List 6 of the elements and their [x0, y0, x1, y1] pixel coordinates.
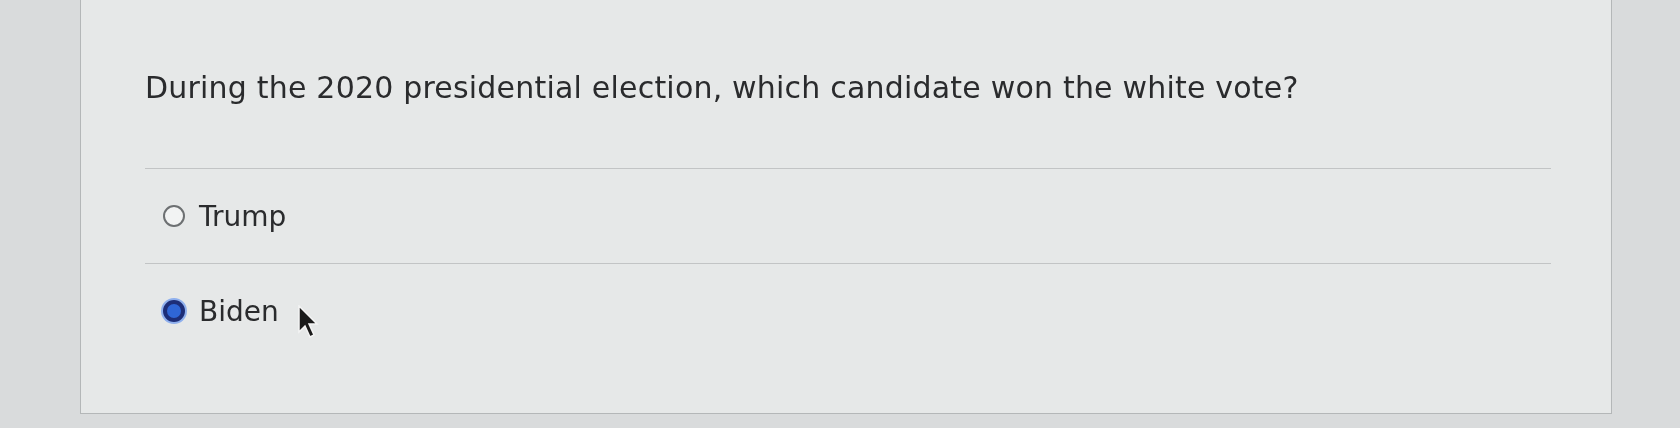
- question-text: During the 2020 presidential election, which candidate won the white vote?: [145, 70, 1300, 107]
- option-label[interactable]: Trump: [199, 199, 287, 233]
- mouse-pointer-icon: [296, 305, 319, 339]
- option-label[interactable]: Biden: [199, 294, 279, 328]
- radio-button[interactable]: [163, 300, 185, 322]
- radio-button[interactable]: [163, 205, 185, 227]
